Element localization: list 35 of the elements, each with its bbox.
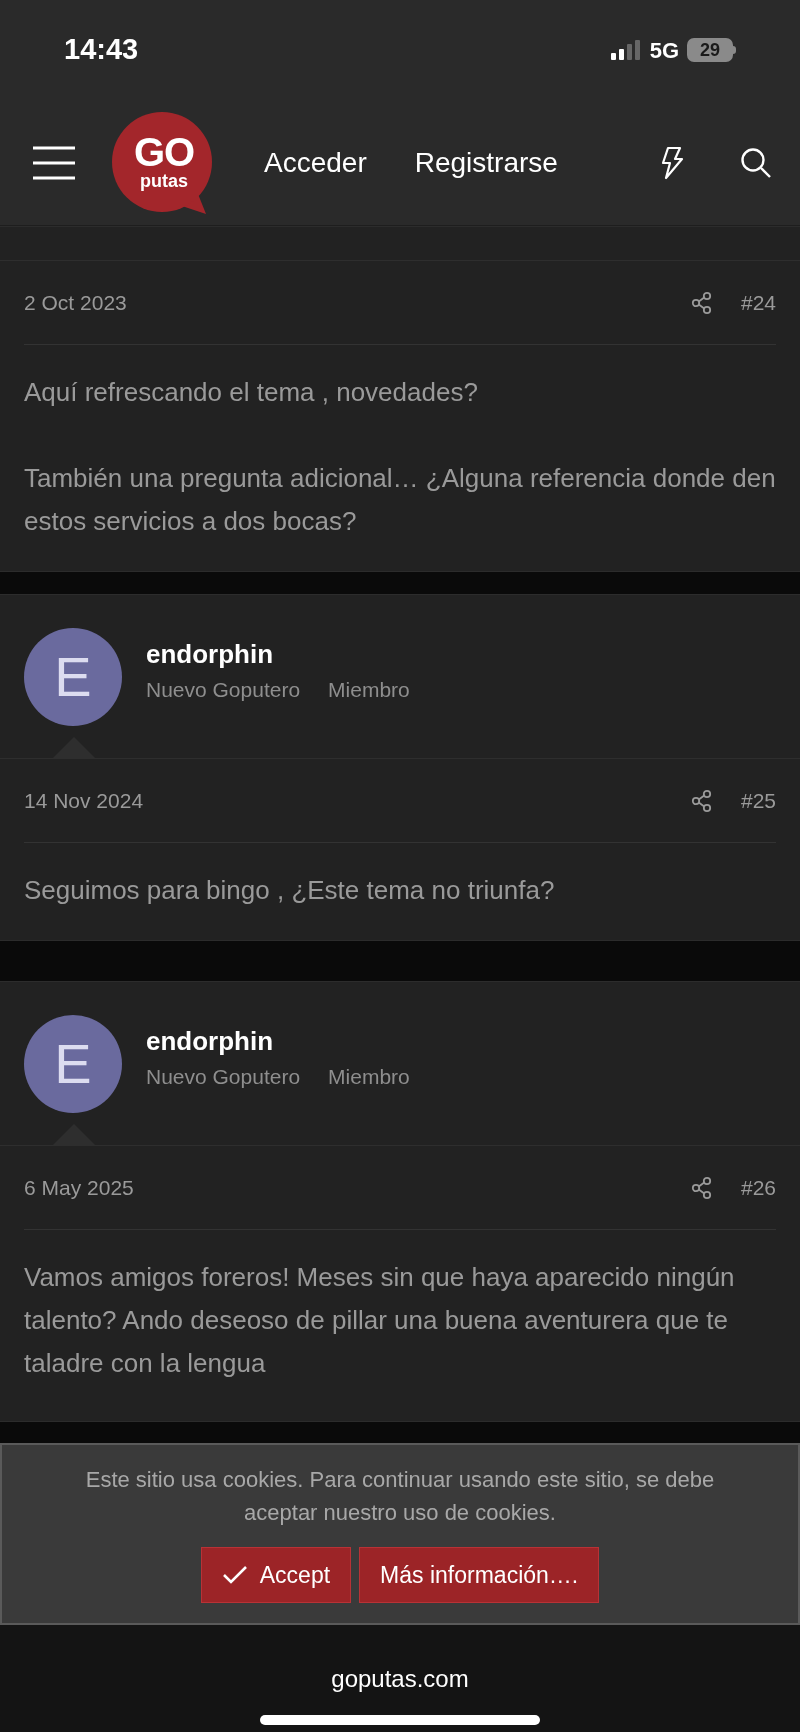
- post-date[interactable]: 6 May 2025: [24, 1171, 134, 1204]
- menu-icon[interactable]: [32, 145, 76, 180]
- share-icon[interactable]: [690, 290, 713, 315]
- url-label: goputas.com: [331, 1664, 469, 1694]
- user-role: Miembro: [328, 679, 410, 700]
- post-number[interactable]: #25: [740, 784, 776, 817]
- user-role: Miembro: [328, 1066, 410, 1087]
- accept-button[interactable]: Accept: [200, 1547, 352, 1603]
- battery-icon: 29: [687, 38, 736, 62]
- post-text: Seguimos para bingo , ¿Este tema no triunfa?: [24, 874, 556, 907]
- signal-icon: [609, 39, 642, 61]
- post-number[interactable]: #26: [740, 1171, 776, 1204]
- more-info-button[interactable]: Más información….: [359, 1547, 600, 1603]
- user-title: Nuevo Goputero: [146, 679, 301, 700]
- post-date[interactable]: 14 Nov 2024: [24, 784, 144, 817]
- status-time: 14:43: [64, 32, 139, 68]
- nav-link[interactable]: Acceder: [264, 141, 367, 184]
- search-icon[interactable]: [740, 146, 772, 179]
- user-title: Nuevo Goputero: [146, 1066, 301, 1087]
- avatar[interactable]: E: [24, 627, 122, 726]
- share-icon[interactable]: [690, 788, 713, 813]
- network-label: 5G: [649, 36, 679, 65]
- nav-link[interactable]: Registrarse: [414, 141, 558, 184]
- post-text: Aquí refrescando el tema , novedades?: [24, 376, 479, 409]
- share-icon[interactable]: [690, 1175, 713, 1200]
- post-text: Vamos amigos foreros! Meses sin que haya aparecido ningún talento? Ando deseoso de pillar una buena aventurera que te taladre con la lengua: [24, 1261, 736, 1380]
- check-icon: [221, 1565, 248, 1585]
- post-text: También una pregunta adicional… ¿Alguna referencia donde den estos servicios a dos bocas?: [24, 462, 776, 538]
- avatar[interactable]: E: [24, 1014, 122, 1113]
- post-number[interactable]: #24: [740, 286, 776, 319]
- username[interactable]: endorphin: [146, 1028, 410, 1054]
- post-date[interactable]: 2 Oct 2023: [24, 286, 127, 319]
- username[interactable]: endorphin: [146, 641, 410, 667]
- cookie-notice-text: Este sitio usa cookies. Para continuar usando este sitio, se debe aceptar nuestro uso de cookies.: [84, 1466, 716, 1527]
- lightning-icon[interactable]: [660, 145, 684, 180]
